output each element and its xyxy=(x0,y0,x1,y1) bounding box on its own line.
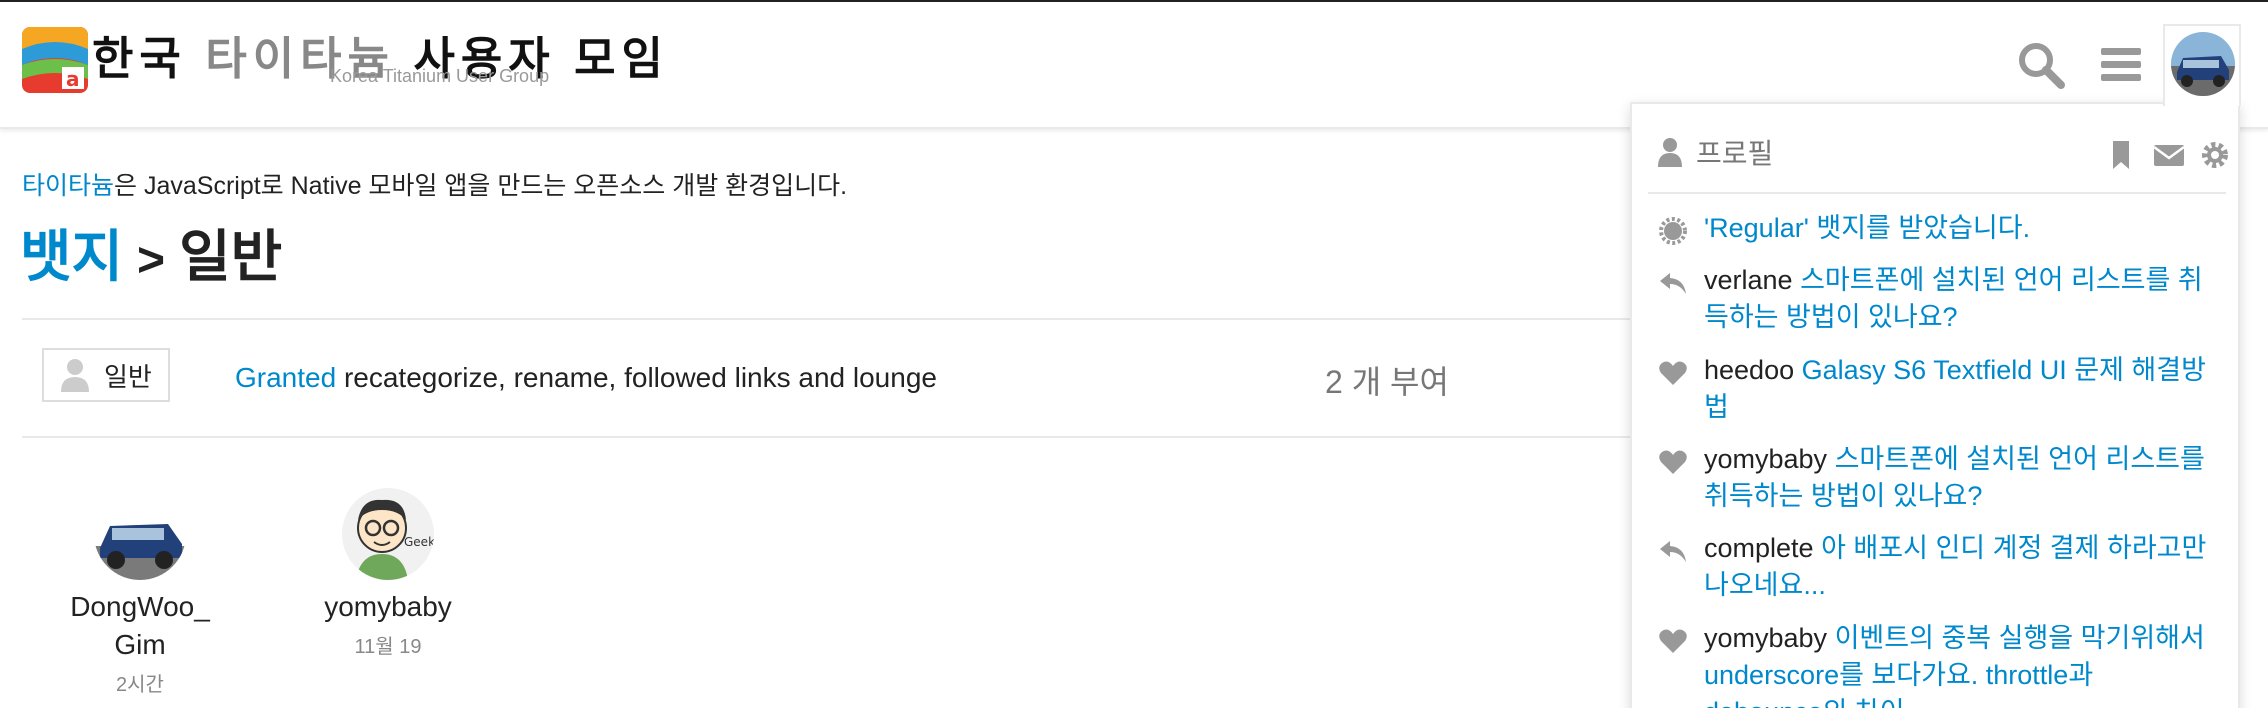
notification-item[interactable]: yomybaby 이벤트의 중복 실행을 막기위해서 underscore를 보… xyxy=(1658,620,2218,708)
breadcrumb: 뱃지 > 일반 xyxy=(20,212,282,293)
granted-count: 2 개 부여 xyxy=(1325,364,1449,400)
notification-user: heedoo xyxy=(1704,355,1795,385)
notification-user: yomybaby xyxy=(1704,444,1828,474)
breadcrumb-badges-link[interactable]: 뱃지 xyxy=(20,225,123,288)
granted-time: 11월 19 xyxy=(354,636,422,658)
notification-item[interactable]: complete 아 배포시 인디 계정 결제 하라고만 나오네요... xyxy=(1658,530,2218,604)
badge-name: 일반 xyxy=(104,361,152,392)
notification-user: complete xyxy=(1704,533,1814,563)
breadcrumb-current: 일반 xyxy=(179,225,283,288)
notification-text: yomybaby 이벤트의 중복 실행을 막기위해서 underscore를 보… xyxy=(1704,620,2218,708)
search-icon[interactable] xyxy=(2016,40,2066,90)
divider xyxy=(22,318,1632,320)
reply-icon xyxy=(1658,536,1688,566)
divider xyxy=(1648,192,2226,194)
reply-icon xyxy=(1658,268,1688,298)
gear-icon[interactable] xyxy=(2198,138,2232,172)
notification-item[interactable]: yomybaby 스마트폰에 설치된 언어 리스트를 취득하는 방법이 있나요? xyxy=(1658,441,2218,515)
breadcrumb-separator: > xyxy=(137,234,166,287)
user-menu-button[interactable] xyxy=(2163,24,2241,106)
site-subtitle: Korea Titanium User Group xyxy=(330,66,550,86)
hamburger-menu-icon[interactable] xyxy=(2097,40,2147,90)
notification-text: 'Regular' 뱃지를 받았습니다. xyxy=(1704,210,2218,247)
bookmark-icon[interactable] xyxy=(2104,138,2138,172)
svg-text:Geek: Geek xyxy=(404,535,434,549)
profile-label: 프로필 xyxy=(1696,138,1774,169)
granted-time: 2시간 xyxy=(116,674,164,696)
heart-icon xyxy=(1658,626,1688,656)
site-logo[interactable]: a xyxy=(22,27,88,93)
notification-item[interactable]: verlane 스마트폰에 설치된 언어 리스트를 취득하는 방법이 있나요? xyxy=(1658,262,2218,336)
svg-text:a: a xyxy=(66,67,80,91)
titanium-link[interactable]: 타이타늄 xyxy=(22,172,114,200)
notification-user: yomybaby xyxy=(1704,623,1828,653)
divider xyxy=(22,436,1632,438)
user-avatar[interactable] xyxy=(94,488,186,580)
badge-description: Granted recategorize, rename, followed l… xyxy=(235,362,937,394)
notification-text: yomybaby 스마트폰에 설치된 언어 리스트를 취득하는 방법이 있나요? xyxy=(1704,441,2218,515)
notification-item[interactable]: heedoo Galasy S6 Textfield UI 문제 해결방법 xyxy=(1658,352,2218,426)
granted-user[interactable]: Geek yomybaby 11월 19 xyxy=(303,488,473,659)
user-name[interactable]: yomybaby xyxy=(303,588,473,626)
site-intro: 타이타늄은 JavaScript로 Native 모바일 앱을 만드는 오픈소스… xyxy=(22,166,847,202)
notification-text: verlane 스마트폰에 설치된 언어 리스트를 취득하는 방법이 있나요? xyxy=(1704,262,2218,336)
site-title-part1: 한국 xyxy=(92,33,187,84)
granted-link[interactable]: Granted xyxy=(235,362,336,393)
notification-user: verlane xyxy=(1704,265,1793,295)
intro-text: 은 JavaScript로 Native 모바일 앱을 만드는 오픈소스 개발 … xyxy=(114,172,848,200)
badge-description-text: recategorize, rename, followed links and… xyxy=(336,362,937,393)
user-name[interactable]: DongWoo_ Gim xyxy=(55,588,225,664)
notification-text: heedoo Galasy S6 Textfield UI 문제 해결방법 xyxy=(1704,352,2218,426)
notification-link[interactable]: 'Regular' 뱃지를 받았습니다. xyxy=(1704,213,2030,243)
user-menu-dropdown: 프로필 'Regular' 뱃지를 받았습니다. verlane 스마트폰에 설… xyxy=(1630,102,2240,708)
user-icon xyxy=(60,358,90,392)
badge-chip[interactable]: 일반 xyxy=(42,348,170,402)
profile-link[interactable]: 프로필 xyxy=(1658,132,1773,172)
current-user-avatar xyxy=(2171,32,2235,96)
notification-text: complete 아 배포시 인디 계정 결제 하라고만 나오네요... xyxy=(1704,530,2218,604)
dropdown-header: 프로필 xyxy=(1658,132,2228,176)
notification-item[interactable]: 'Regular' 뱃지를 받았습니다. xyxy=(1658,210,2218,247)
mail-icon[interactable] xyxy=(2152,138,2186,172)
granted-user[interactable]: DongWoo_ Gim 2시간 xyxy=(55,488,225,697)
badge-icon xyxy=(1658,216,1688,246)
user-avatar[interactable]: Geek xyxy=(342,488,434,580)
user-icon xyxy=(1658,138,1682,167)
heart-icon xyxy=(1658,358,1688,388)
heart-icon xyxy=(1658,447,1688,477)
